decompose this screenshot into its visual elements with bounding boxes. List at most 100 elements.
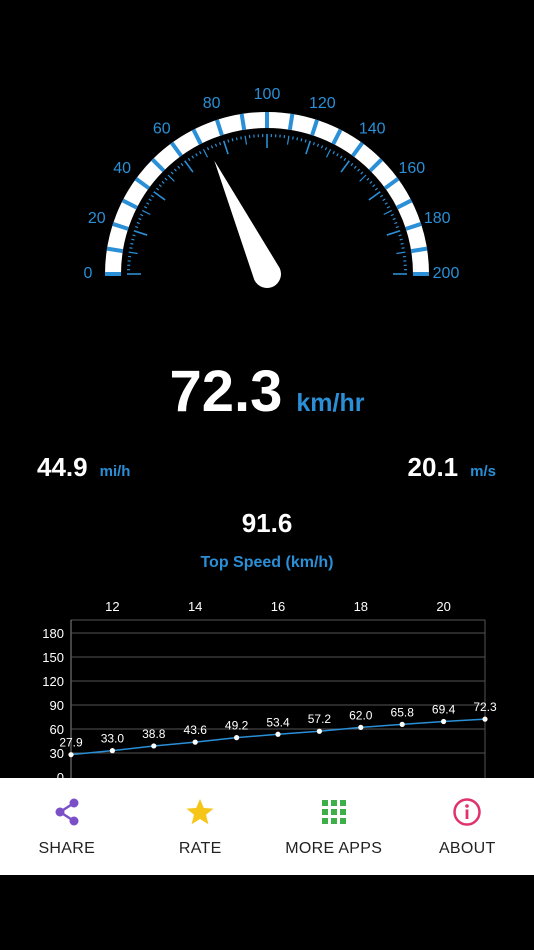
gauge-tick [235,137,238,141]
gauge-tick [350,163,354,167]
chart-x-tick-label: 12 [105,599,119,614]
gauge-tick [210,145,214,149]
gauge-tick [222,140,229,155]
speed-ms-value: 20.1 [407,452,459,482]
gauge-label: 140 [359,120,386,137]
about-button[interactable]: ABOUT [401,778,534,875]
gauge-label: 40 [113,160,131,177]
chart-data-label: 49.2 [225,719,249,733]
gauge-tick [133,229,148,236]
gauge-tick [343,157,347,162]
gauge-tick [336,153,339,157]
chart-y-tick-label: 180 [42,626,64,641]
more-apps-button[interactable]: MORE APPS [267,778,401,875]
gauge-label: 200 [433,265,460,282]
chart-data-point [399,721,405,727]
gauge-tick [146,202,150,205]
gauge-tick [140,213,144,217]
gauge-label: 100 [254,86,281,103]
share-button[interactable]: SHARE [0,778,134,875]
gauge-tick [156,187,160,191]
chart-data-point [275,731,281,737]
chart-data-point [316,728,322,734]
gauge-tick [386,229,401,236]
gauge-tick [132,234,136,237]
gauge-tick [304,139,307,143]
star-icon [185,795,215,829]
gauge-tick [395,226,399,229]
chart-x-tick-label: 16 [271,599,285,614]
gauge-tick [399,238,403,241]
gauge-tick [138,217,142,221]
gauge-tick [366,177,370,181]
gauge-label: 160 [398,160,425,177]
gauge-tick [357,168,361,172]
chart-data-label: 65.8 [391,705,415,719]
gauge-tick [206,147,210,151]
gauge-tick [372,184,376,188]
chart-data-point [151,743,157,749]
speed-kmh-unit: km/hr [296,389,365,417]
share-icon [53,795,81,829]
gauge-tick [153,191,166,201]
gauge-tick [383,209,393,216]
gauge-tick [379,194,384,198]
gauge-tick [325,148,332,158]
gauge-major-mark [410,246,428,254]
chart-data-label: 27.9 [59,736,83,750]
gauge-tick [141,209,151,216]
gauge-tick [316,143,320,147]
gauge-tick [227,139,230,143]
chart-data-label: 53.4 [266,715,290,729]
gauge-tick [398,234,402,237]
gauge-tick [390,213,394,217]
chart-data-label: 72.3 [473,700,497,714]
chart-data-point [441,718,447,725]
rate-label: RATE [178,840,222,857]
chart-y-tick-label: 120 [42,674,64,689]
gauge-tick [400,242,404,245]
chart-x-tick-label: 20 [436,599,450,614]
speed-mph-unit: mi/h [99,463,131,480]
gauge-tick [384,202,388,205]
speed-mph-value: 44.9 [37,452,88,482]
gauge-tick [219,142,222,146]
gauge-tick [296,137,299,141]
chart-x-tick-label: 18 [354,599,368,614]
gauge-tick [148,198,152,202]
chart-y-tick-label: 0 [57,770,64,778]
gauge-tick [170,171,174,175]
gauge-tick [167,174,175,182]
gauge-tick [161,180,165,184]
gauge-tick [332,151,335,155]
gauge-tick [202,148,209,158]
gauge-tick [353,165,357,169]
gauge-tick [324,147,328,151]
gauge-tick [244,135,248,145]
gauge-tick [184,160,194,173]
rate-button[interactable]: RATE [134,778,268,875]
gauge-tick [359,174,367,182]
gauge-label: 80 [203,95,221,112]
speedometer-app: 0 20 40 60 80 100 120 140 160 180 200 72.3 km/hr 44… [0,0,534,950]
gauge-tick [394,221,398,225]
gauge-label: 180 [424,210,451,227]
gauge-tick [177,165,181,169]
info-icon [452,795,482,829]
chart-data-point [358,724,364,731]
gauge-tick [214,143,218,147]
gauge-tick [128,251,138,255]
chart-data-label: 57.2 [308,712,332,726]
gauge-tick [195,153,198,157]
gauge-tick [191,155,195,159]
speed-ms-display: 20.1 m/s [408,452,496,483]
gauge-major-mark [239,113,247,131]
gauge-tick [392,217,396,221]
bottom-spacer [0,875,534,950]
grid-icon [321,795,347,829]
speed-kmh-value: 72.3 [169,359,283,424]
gauge-tick [320,145,324,149]
chart-data-label: 69.4 [432,702,456,716]
gauge-needle [214,160,282,288]
gauge-tick [187,157,191,162]
